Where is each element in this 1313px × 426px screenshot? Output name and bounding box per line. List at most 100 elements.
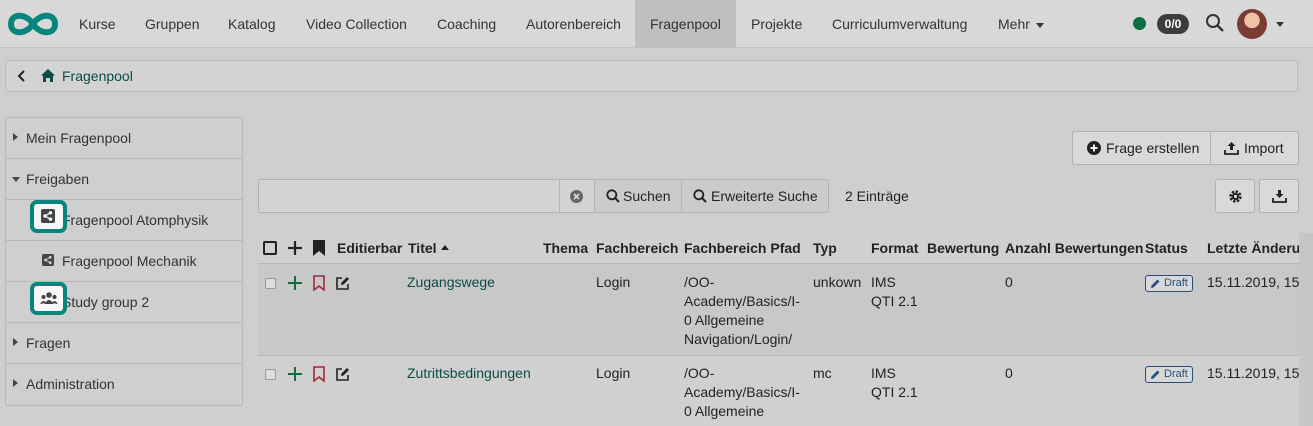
cell-letzte-aenderung: 15.11.2019, 15 [1207, 274, 1300, 290]
top-navigation: Kurse Gruppen Katalog Video Collection C… [0, 0, 1313, 48]
import-button[interactable]: Import [1210, 131, 1299, 165]
sidebar-item-label: Administration [26, 376, 115, 392]
nav-item-video-collection[interactable]: Video Collection [291, 0, 422, 48]
nav-item-gruppen[interactable]: Gruppen [130, 0, 214, 48]
back-arrow-icon[interactable] [16, 69, 28, 83]
row-checkbox[interactable] [265, 278, 276, 289]
column-header-status[interactable]: Status [1145, 240, 1188, 256]
column-header-letzte-aenderung[interactable]: Letzte Änderung [1207, 240, 1313, 256]
plus-icon[interactable] [288, 241, 302, 255]
cell-format: IMS QTI 2.1 [871, 364, 918, 402]
status-badge: Draft [1145, 366, 1193, 383]
advanced-search-label: Erweiterte Suche [711, 188, 818, 204]
sidebar-item-label: Freigaben [26, 171, 90, 187]
edit-icon[interactable] [336, 276, 350, 290]
breadcrumb-current[interactable]: Fragenpool [62, 61, 133, 91]
share-icon [30, 200, 67, 233]
column-header-format[interactable]: Format [871, 240, 918, 256]
cell-format: IMS QTI 2.1 [871, 273, 918, 311]
sidebar-item-label: Study group 2 [62, 294, 150, 310]
online-status-dot[interactable] [1133, 17, 1146, 30]
nav-item-kurse[interactable]: Kurse [64, 0, 131, 48]
path-line: 0 Allgemeine [684, 312, 765, 328]
column-header-fachbereich[interactable]: Fachbereich [596, 240, 678, 256]
share-icon [42, 254, 54, 266]
bookmark-icon[interactable] [313, 366, 325, 382]
caret-right-icon [13, 379, 18, 387]
home-icon[interactable] [40, 68, 56, 83]
status-badge: Draft [1145, 275, 1193, 292]
notification-badge[interactable]: 0/0 [1157, 14, 1189, 34]
edit-icon[interactable] [336, 367, 350, 381]
pencil-icon [1151, 279, 1160, 288]
format-line: QTI 2.1 [871, 293, 918, 309]
plus-icon[interactable] [288, 276, 302, 290]
cell-anzahl-bewertungen: 0 [1005, 365, 1013, 381]
nav-item-fragenpool[interactable]: Fragenpool [635, 0, 736, 48]
search-icon [693, 189, 707, 203]
sidebar-item-mein-fragenpool[interactable]: Mein Fragenpool [6, 118, 242, 159]
table-settings-button[interactable] [1215, 179, 1255, 213]
logo-icon[interactable] [6, 8, 60, 40]
cell-fachbereich-pfad: /OO- Academy/Basics/I- 0 Allgemeine [684, 364, 800, 421]
sidebar-item-label: Fragenpool Atomphysik [62, 212, 209, 228]
advanced-search-button[interactable]: Erweiterte Suche [681, 180, 828, 212]
questions-table: Editierbar Titel Thema Fachbereich Fachb… [258, 233, 1313, 426]
nav-item-mehr[interactable]: Mehr [983, 0, 1059, 48]
column-header-fachbereich-pfad[interactable]: Fachbereich Pfad [684, 240, 801, 256]
search-icon[interactable] [1205, 13, 1225, 33]
question-title-link[interactable]: Zugangswege [407, 273, 495, 292]
bookmark-icon[interactable] [313, 240, 325, 256]
format-line: IMS [871, 274, 896, 290]
pencil-icon [1151, 370, 1160, 379]
table-row: Zugangswege Login /OO- Academy/Basics/I-… [258, 263, 1299, 355]
search-button-label: Suchen [623, 188, 671, 204]
cell-fachbereich: Login [596, 274, 631, 290]
create-question-button[interactable]: Frage erstellen [1072, 131, 1211, 165]
column-header-anzahl-bewertungen[interactable]: Anzahl Bewertungen [1005, 240, 1143, 256]
nav-item-katalog[interactable]: Katalog [213, 0, 290, 48]
cell-fachbereich: Login [596, 365, 631, 381]
column-header-bewertung[interactable]: Bewertung [927, 240, 999, 256]
search-input[interactable] [259, 180, 559, 212]
nav-item-autorenbereich[interactable]: Autorenbereich [511, 0, 636, 48]
nav-item-curriculumverwaltung[interactable]: Curriculumverwaltung [817, 0, 982, 48]
nav-item-projekte[interactable]: Projekte [736, 0, 817, 48]
sidebar-item-administration[interactable]: Administration [6, 364, 242, 405]
search-icon [606, 189, 620, 203]
sidebar-item-fragenpool-mechanik[interactable]: Fragenpool Mechanik [6, 241, 242, 282]
search-bar: Suchen Erweiterte Suche [258, 179, 829, 213]
column-header-thema[interactable]: Thema [543, 240, 588, 256]
cell-letzte-aenderung: 15.11.2019, 15 [1207, 365, 1300, 381]
sidebar-item-fragen[interactable]: Fragen [6, 323, 242, 364]
path-line: /OO- [684, 365, 715, 381]
clear-search-button[interactable] [559, 180, 594, 212]
format-line: IMS [871, 365, 896, 381]
chevron-down-icon[interactable] [1276, 22, 1284, 27]
caret-down-icon [12, 177, 20, 182]
clear-icon [570, 190, 583, 203]
question-title-link[interactable]: Zutrittsbedingungen [407, 364, 531, 383]
select-all-checkbox[interactable] [263, 241, 277, 255]
avatar[interactable] [1237, 9, 1267, 39]
chevron-down-icon [1035, 22, 1044, 28]
column-header-editierbar[interactable]: Editierbar [337, 240, 402, 256]
plus-circle-icon [1087, 141, 1101, 155]
bookmark-icon[interactable] [313, 275, 325, 291]
breadcrumb: Fragenpool [5, 60, 1298, 92]
sidebar-item-freigaben[interactable]: Freigaben [6, 159, 242, 200]
nav-item-coaching[interactable]: Coaching [422, 0, 511, 48]
column-header-typ[interactable]: Typ [813, 240, 837, 256]
row-checkbox[interactable] [265, 369, 276, 380]
download-button[interactable] [1259, 179, 1299, 213]
column-header-label: Titel [408, 240, 437, 256]
table-row: Zutrittsbedingungen Login /OO- Academy/B… [258, 355, 1299, 426]
search-button[interactable]: Suchen [594, 180, 681, 212]
table-scrollbar[interactable] [1299, 233, 1313, 426]
nav-item-mehr-label: Mehr [998, 16, 1030, 32]
entry-count: 2 Einträge [845, 188, 909, 204]
import-label: Import [1244, 140, 1284, 156]
caret-right-icon [13, 133, 18, 141]
column-header-titel[interactable]: Titel [408, 240, 449, 256]
plus-icon[interactable] [288, 367, 302, 381]
